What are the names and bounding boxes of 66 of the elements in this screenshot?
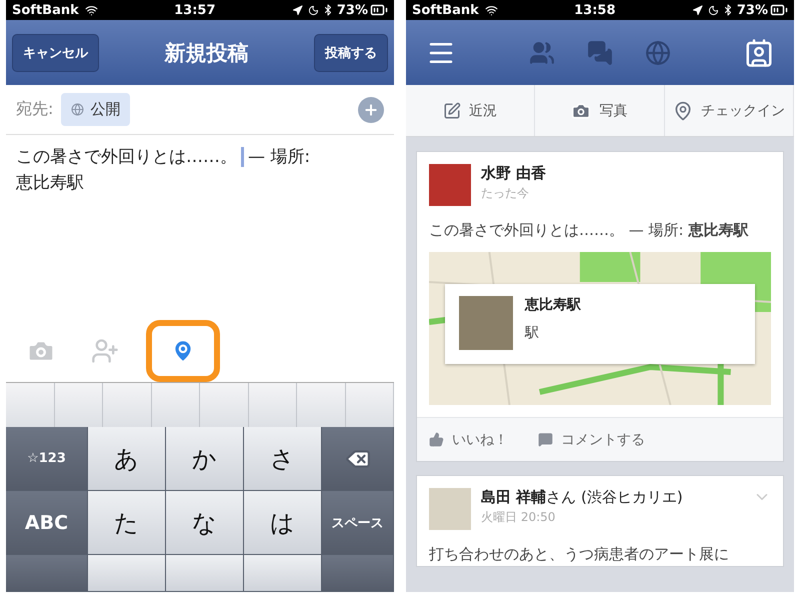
post-text: この暑さで外回りとは……。 [16, 147, 237, 167]
place-popup[interactable]: 恵比寿駅 駅 [445, 284, 755, 364]
comment-button[interactable]: コメントする [538, 430, 645, 448]
photo-placeholder [459, 296, 513, 350]
battery-percent: 73% [336, 2, 368, 18]
location-label: — 場所: [248, 147, 310, 167]
status-button[interactable]: 近況 [406, 85, 536, 136]
avatar-placeholder [429, 488, 471, 530]
keyboard-key[interactable]: さ [244, 427, 322, 491]
like-button[interactable]: いいね！ [429, 430, 508, 448]
keyboard-key[interactable]: な [166, 491, 244, 555]
plus-icon [363, 102, 379, 118]
post-time: たった今 [481, 185, 530, 202]
wifi-icon [484, 4, 498, 16]
checkin-button[interactable]: チェックイン [664, 85, 794, 136]
place-name: 恵比寿駅 [525, 296, 581, 314]
speech-bubble-icon [538, 432, 553, 447]
add-button[interactable] [358, 96, 384, 122]
person-plus-icon [91, 337, 119, 365]
globe-icon[interactable] [645, 40, 671, 66]
keyboard-key[interactable]: ☆123 [6, 427, 88, 491]
post-text: 打ち合わせのあと、うつ病患者のアート展に [428, 544, 730, 565]
keyboard-key[interactable] [88, 555, 166, 592]
clock-time: 13:57 [174, 2, 216, 18]
keyboard-key[interactable]: あ [88, 427, 166, 491]
keyboard-key[interactable]: か [166, 427, 244, 491]
battery-percent: 73% [736, 2, 768, 18]
avatar-placeholder [429, 164, 471, 206]
post-text: この暑さで外回りとは……。 — 場所: 恵比寿駅 [428, 220, 750, 241]
keyboard-key[interactable] [166, 555, 244, 592]
carrier-name: SoftBank [412, 2, 479, 18]
map-placeholder[interactable]: 恵比寿駅 駅 [429, 252, 771, 405]
location-arrow-icon [292, 4, 303, 16]
wifi-icon [84, 4, 98, 16]
location-text: 恵比寿駅 [16, 172, 84, 194]
screen-title: 新規投稿 [163, 40, 250, 66]
keyboard-key[interactable]: ABC [6, 491, 88, 555]
place-category: 駅 [525, 324, 540, 342]
thumbs-up-icon [429, 432, 444, 447]
audience-chip[interactable]: 公開 [61, 93, 130, 126]
post-author[interactable]: 水野 由香 [481, 164, 771, 183]
clock-time: 13:58 [574, 2, 616, 18]
globe-icon [71, 103, 84, 116]
people-icon[interactable] [529, 40, 555, 66]
keyboard-key[interactable]: は [244, 491, 322, 555]
location-arrow-icon [692, 4, 703, 16]
carrier-name: SoftBank [12, 2, 79, 18]
camera-icon [571, 100, 592, 120]
keyboard-key[interactable]: た [88, 491, 166, 555]
cancel-button[interactable]: キャンセル [12, 34, 99, 72]
post-time: 火曜日 20:50 [481, 509, 556, 526]
chat-bubbles-icon[interactable] [587, 40, 613, 66]
moon-icon [308, 4, 319, 16]
keyboard-key[interactable] [244, 555, 322, 592]
photo-button[interactable]: 写真 [535, 85, 665, 136]
keyboard-key[interactable]: スペース [322, 491, 394, 555]
recipient-label: 宛先: [16, 99, 54, 120]
location-button[interactable] [146, 320, 220, 382]
map-pin-icon [672, 100, 693, 120]
post-button[interactable]: 投稿する [314, 34, 388, 72]
text-cursor [241, 147, 244, 168]
delete-key[interactable] [322, 427, 394, 491]
contact-list-icon[interactable] [744, 38, 774, 68]
moon-icon [708, 4, 719, 16]
pencil-square-icon [443, 102, 462, 120]
post-author[interactable]: 島田 祥輔さん (渋谷ヒカリエ) [481, 488, 743, 507]
